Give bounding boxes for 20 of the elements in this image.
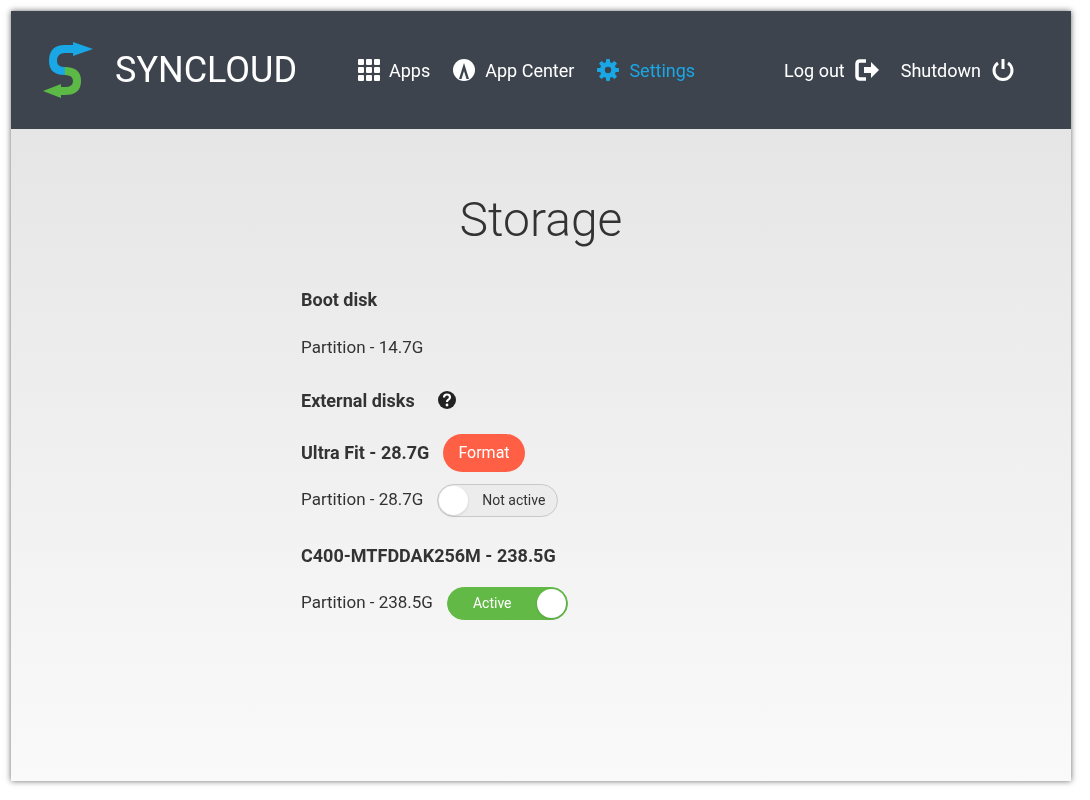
section-heading: Boot disk: [301, 288, 379, 312]
nav-link[interactable]: Settings: [596, 56, 696, 84]
toggle-switch[interactable]: Not active: [437, 483, 559, 517]
page-title: Storage: [459, 190, 623, 250]
header-link[interactable]: Shutdown: [900, 56, 1015, 84]
exit-icon: [854, 59, 881, 81]
nav-link[interactable]: Apps: [358, 56, 431, 84]
settings-icon: [596, 58, 621, 82]
power-icon: [991, 58, 1015, 82]
partition-label: Partition - 14.7G: [301, 336, 424, 359]
partition-label: Partition - 28.7G: [301, 488, 424, 512]
help-icon[interactable]: [436, 390, 457, 410]
brand-name: SYNCLOUD: [115, 52, 298, 88]
disk-name: Ultra Fit - 28.7G: [301, 441, 430, 465]
partition-label: Partition - 238.5G: [301, 591, 433, 615]
section-heading: External disks: [301, 388, 415, 413]
header-link[interactable]: Log out: [784, 56, 881, 84]
nav-link[interactable]: App Center: [452, 56, 575, 84]
grid-icon: [358, 59, 380, 81]
disk-name: C400-MTFDDAK256M - 238.5G: [301, 544, 556, 568]
